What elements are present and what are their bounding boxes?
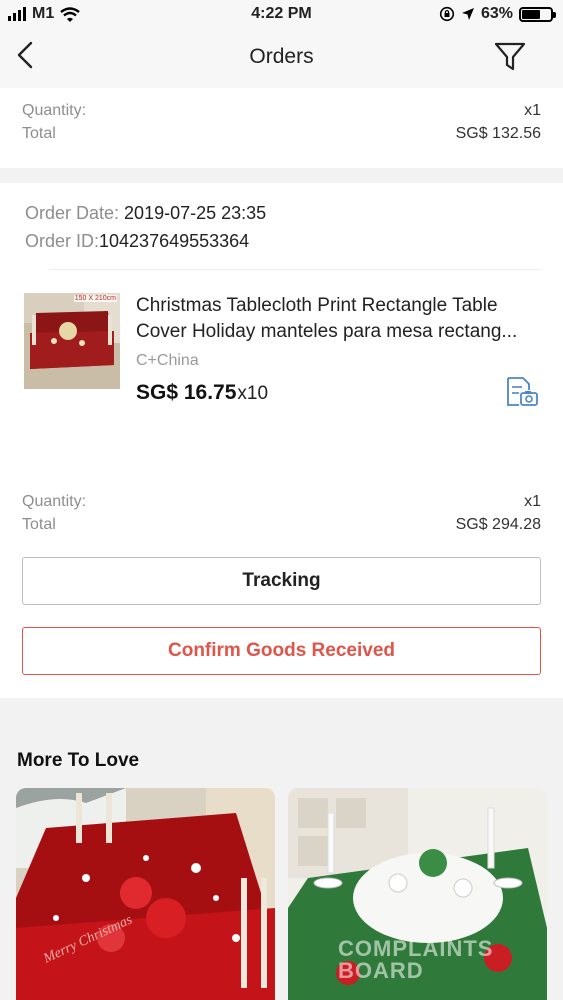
product-name[interactable]: Christmas Tablecloth Print Rectangle Tab…	[136, 293, 541, 345]
location-icon	[461, 8, 474, 20]
product-thumbnail[interactable]: 150 X 210cm	[24, 293, 120, 389]
order-quantity-row: Quantity: x1	[22, 493, 541, 511]
order-total-label: Total	[22, 516, 56, 533]
order-total-value: SG$ 294.28	[455, 516, 541, 533]
status-right: 63%	[439, 5, 556, 23]
tablecloth-image	[24, 293, 120, 389]
order-id: Order ID:104237649553364	[25, 231, 249, 252]
filter-icon[interactable]	[493, 41, 527, 73]
product-price-line: SG$ 16.75x10	[136, 381, 268, 405]
more-to-love-title: More To Love	[17, 750, 140, 771]
red-tablecloth-image: Merry Christmas	[16, 788, 275, 1000]
rotation-lock-icon	[439, 6, 455, 22]
battery-level	[522, 9, 540, 19]
photo-review-icon[interactable]	[505, 376, 539, 408]
order-id-value: 104237649553364	[99, 231, 250, 251]
product-price: SG$ 16.75	[136, 381, 237, 404]
total-label: Total	[22, 125, 56, 142]
total-row: Total SG$ 132.56	[22, 125, 541, 143]
quantity-value: x1	[524, 102, 541, 119]
order-quantity-label: Quantity:	[22, 493, 87, 510]
order-quantity-value: x1	[524, 493, 541, 510]
total-value: SG$ 132.56	[455, 125, 541, 142]
seller-name: C+China	[136, 352, 199, 369]
battery-percent: 63%	[480, 5, 513, 22]
order-date-label: Order Date:	[25, 203, 125, 223]
tracking-button[interactable]: Tracking	[22, 557, 541, 605]
quantity-row: Quantity: x1	[22, 102, 541, 120]
confirm-goods-received-button[interactable]: Confirm Goods Received	[22, 627, 541, 675]
page-title: Orders	[249, 45, 314, 68]
nav-bar: Orders	[0, 30, 563, 88]
order-date: Order Date: 2019-07-25 23:35	[25, 203, 266, 224]
recommended-product-1[interactable]: Merry Christmas	[16, 788, 275, 1000]
previous-order-card: Quantity: x1 Total SG$ 132.56	[0, 88, 563, 168]
order-id-label: Order ID:	[25, 231, 100, 251]
watermark-text: COMPLAINTS BOARD	[338, 936, 494, 983]
order-date-value: 2019-07-25 23:35	[124, 203, 267, 223]
battery-icon	[519, 6, 556, 22]
thumbnail-size-caption: 150 X 210cm	[73, 295, 117, 302]
product-quantity: x10	[237, 383, 269, 404]
divider	[50, 269, 541, 270]
recommended-product-2[interactable]: COMPLAINTS BOARD	[288, 788, 547, 1000]
order-total-row: Total SG$ 294.28	[22, 516, 541, 534]
order-card: Order Date: 2019-07-25 23:35 Order ID:10…	[0, 183, 563, 698]
quantity-label: Quantity:	[22, 102, 87, 119]
status-bar: M1 4:22 PM 63%	[0, 0, 563, 30]
